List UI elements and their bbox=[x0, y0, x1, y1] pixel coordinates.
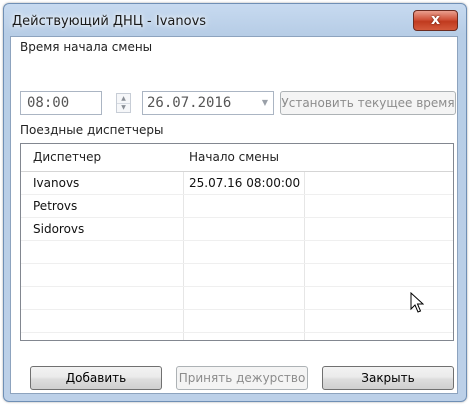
dispatchers-table[interactable]: Диспетчер Начало смены Ivanovs 25.07.16 … bbox=[20, 143, 454, 341]
title-bar[interactable]: Действующий ДНЦ - Ivanovs x bbox=[4, 4, 466, 38]
cell-dispatcher: Sidorovs bbox=[33, 222, 85, 236]
table-row[interactable]: Ivanovs 25.07.16 08:00:00 bbox=[21, 172, 453, 195]
date-picker[interactable]: 26.07.2016 ▼ bbox=[142, 91, 274, 115]
window-title: Действующий ДНЦ - Ivanovs bbox=[12, 14, 207, 29]
time-spinner[interactable]: ▲ ▼ bbox=[116, 93, 131, 113]
time-input[interactable]: 08:00 bbox=[20, 91, 102, 115]
time-value: 08:00 bbox=[27, 95, 70, 111]
table-row-empty[interactable] bbox=[21, 310, 453, 333]
dispatchers-label: Поездные диспетчеры bbox=[20, 123, 164, 137]
mouse-pointer-icon bbox=[410, 292, 424, 313]
close-button[interactable]: Закрыть bbox=[322, 366, 454, 390]
date-value: 26.07.2016 bbox=[147, 95, 232, 111]
column-header-dispatcher[interactable]: Диспетчер bbox=[33, 150, 101, 164]
table-row-empty[interactable] bbox=[21, 264, 453, 287]
cell-dispatcher: Ivanovs bbox=[33, 176, 80, 190]
accept-duty-button[interactable]: Принять дежурство bbox=[176, 366, 308, 390]
set-current-time-button[interactable]: Установить текущее время bbox=[280, 91, 456, 115]
table-row[interactable]: Sidorovs bbox=[21, 218, 453, 241]
shift-start-label: Время начала смены bbox=[20, 40, 153, 54]
cell-shift-start: 25.07.16 08:00:00 bbox=[189, 176, 301, 190]
column-header-shift-start[interactable]: Начало смены bbox=[189, 150, 279, 164]
close-icon: x bbox=[430, 12, 441, 28]
add-button[interactable]: Добавить bbox=[30, 366, 162, 390]
chevron-down-icon[interactable]: ▼ bbox=[262, 98, 268, 107]
cell-dispatcher: Petrovs bbox=[33, 199, 78, 213]
close-window-button[interactable]: x bbox=[413, 10, 458, 31]
table-row-empty[interactable] bbox=[21, 241, 453, 264]
table-row-empty[interactable] bbox=[21, 287, 453, 310]
table-header: Диспетчер Начало смены bbox=[21, 144, 453, 172]
table-row[interactable]: Petrovs bbox=[21, 195, 453, 218]
spin-down-icon[interactable]: ▼ bbox=[117, 103, 130, 112]
